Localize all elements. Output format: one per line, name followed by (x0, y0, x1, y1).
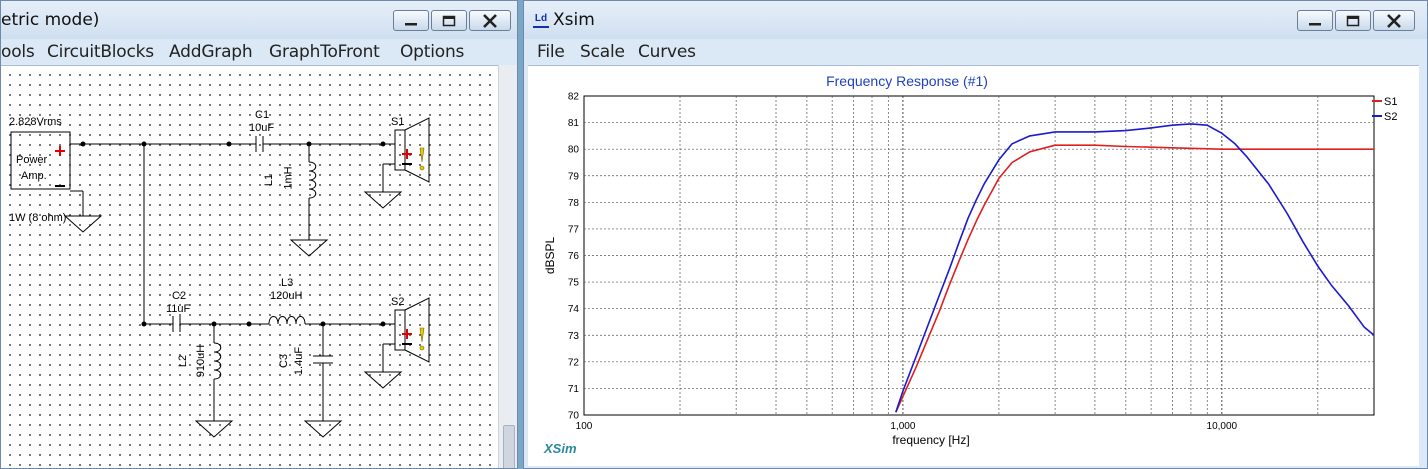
menu-circuitblocks[interactable]: CircuitBlocks (47, 42, 154, 62)
minimize-icon (1309, 22, 1321, 25)
plot-frame (583, 95, 1375, 416)
minimize-button[interactable] (393, 10, 429, 31)
maximize-button[interactable] (431, 10, 467, 31)
l1-value-label: 1mH (282, 166, 295, 190)
y-axis-label: dBSPL (543, 236, 557, 274)
graph-area[interactable]: Frequency Response (#1) 70 71 72 73 74 75 76 77 7… (528, 65, 1421, 466)
legend-label-s1: S1 (1384, 96, 1397, 108)
xsim-menubar: File Scale Curves (524, 39, 1427, 65)
menu-graphtofront[interactable]: GraphToFront (269, 42, 380, 62)
schematic-window: etric mode) ools CircuitBlocks AddGraph … (0, 0, 518, 469)
y-tick-label: 77 (568, 224, 580, 235)
close-button[interactable] (469, 10, 511, 31)
close-button[interactable] (1373, 10, 1415, 31)
maximize-button[interactable] (1335, 10, 1371, 31)
y-tick-label: 70 (568, 411, 580, 422)
source-voltage-label: 2.828Vrms (9, 116, 62, 128)
source-name-label: Power (16, 154, 48, 166)
y-tick-label: 78 (568, 198, 580, 209)
l1-name-label: L1 (263, 173, 276, 187)
y-tick-label: 80 (568, 145, 580, 156)
menu-addgraph[interactable]: AddGraph (169, 42, 253, 62)
minimize-icon (405, 22, 417, 25)
xsim-right-edge (1419, 65, 1427, 468)
s2-name-label: S2 (391, 296, 405, 308)
menu-scale[interactable]: Scale (580, 42, 625, 62)
schematic-titlebar[interactable]: etric mode) (1, 1, 517, 39)
c3-value-label: 1.4uF (293, 346, 306, 376)
chart-title: Frequency Response (#1) (826, 73, 988, 89)
x-tick-label: 10,000 (1207, 421, 1238, 432)
c1-name-label: C1 (255, 109, 270, 121)
close-icon (1387, 13, 1401, 28)
x-axis-label: frequency [Hz] (892, 433, 969, 447)
menu-tools[interactable]: ools (1, 42, 35, 62)
series-line-s1 (895, 144, 1374, 413)
y-tick-label: 82 (568, 92, 580, 103)
y-tick-label: 79 (568, 171, 580, 182)
maximize-icon (442, 15, 456, 26)
y-tick-label: 71 (568, 384, 580, 395)
l2-name-label: L2 (177, 354, 190, 368)
l3-name-label: L3 (281, 277, 294, 289)
s1-name-label: S1 (391, 116, 405, 128)
xsim-watermark: XSim (543, 441, 577, 456)
polarity-marks (55, 146, 425, 351)
y-tick-label: 75 (568, 278, 580, 289)
maximize-icon (1346, 15, 1360, 26)
y-tick-label: 72 (568, 357, 580, 368)
source-power-label: 1W (8 ohm) (9, 212, 67, 224)
schematic-vertical-scrollbar[interactable] (498, 65, 517, 468)
close-icon (483, 13, 497, 28)
xsim-window-title: Xsim (553, 10, 595, 30)
xsim-app-icon: Ld (533, 12, 549, 28)
scrollbar-thumb[interactable] (503, 425, 515, 468)
l3-value-label: 120uH (270, 290, 303, 302)
series-line-s2 (895, 123, 1375, 413)
l2-value-label: 910uH (195, 344, 208, 378)
x-tick-label: 1,000 (890, 421, 915, 432)
schematic-window-title: etric mode) (1, 10, 100, 30)
frequency-response-chart: Frequency Response (#1) 70 71 72 73 74 75 76 77 7… (543, 73, 1397, 456)
y-tick-label: 81 (568, 118, 580, 129)
menu-options[interactable]: Options (400, 42, 464, 62)
c2-name-label: C2 (172, 290, 187, 302)
y-tick-label: 73 (568, 331, 580, 342)
xsim-titlebar[interactable]: Ld Xsim (524, 1, 1427, 39)
y-tick-label: 74 (568, 304, 580, 315)
legend-label-s2: S2 (1384, 111, 1397, 123)
minimize-button[interactable] (1297, 10, 1333, 31)
menu-file[interactable]: File (537, 42, 565, 62)
c1-value-label: 10uF (249, 122, 275, 134)
xsim-window: Ld Xsim File Scale Curves Frequency Resp… (523, 0, 1428, 469)
x-tick-label: 100 (576, 421, 593, 432)
y-tick-label: 76 (568, 251, 580, 262)
schematic-menubar: ools CircuitBlocks AddGraph GraphToFront… (1, 39, 517, 65)
source-name-label-2: Amp. (21, 170, 47, 182)
menu-curves[interactable]: Curves (638, 42, 696, 62)
c3-name-label: C3 (278, 353, 291, 369)
c2-value-label: 11uF (166, 303, 191, 315)
schematic-canvas[interactable]: 2.828Vrms Power Amp. 1W (8 ohm) C1 10uF … (1, 65, 498, 468)
